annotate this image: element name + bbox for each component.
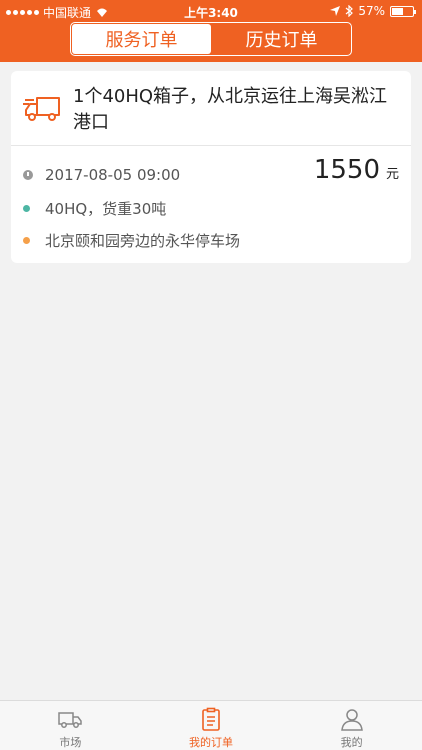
tab-profile[interactable]: 我的	[281, 701, 422, 750]
truck-icon	[23, 97, 60, 121]
truck-tab-icon	[58, 712, 83, 728]
price-unit: 元	[385, 167, 399, 182]
order-location-row: 北京颐和园旁边的永华停车场	[23, 230, 240, 251]
person-icon	[340, 709, 363, 731]
status-bar: 中国联通 上午3:40 57%	[0, 0, 422, 22]
tab-service-orders[interactable]: 服务订单	[72, 24, 211, 54]
bluetooth-icon	[345, 5, 354, 17]
location-arrow-icon	[330, 6, 341, 16]
tab-market[interactable]: 市场	[0, 701, 141, 750]
status-right: 57%	[330, 4, 416, 18]
order-cargo: 40HQ，货重30吨	[45, 200, 167, 218]
tab-profile-label: 我的	[340, 736, 363, 749]
tab-my-orders[interactable]: 我的订单	[141, 701, 282, 750]
price-value: 1550	[313, 155, 380, 185]
order-segment-control: 服务订单 历史订单	[70, 22, 352, 56]
cargo-dot-icon	[23, 205, 30, 212]
header-bar: 中国联通 上午3:40 57% 服务订单 历史订单	[0, 0, 422, 62]
card-divider	[11, 145, 411, 146]
clipboard-icon	[202, 707, 220, 731]
bottom-tab-bar: 市场 我的订单 我的	[0, 700, 422, 750]
battery-icon	[390, 5, 416, 17]
order-datetime: 2017-08-05 09:00	[45, 166, 181, 184]
clock-icon	[23, 170, 33, 180]
order-price: 1550 元	[314, 155, 399, 185]
tab-market-label: 市场	[59, 736, 82, 749]
location-dot-icon	[23, 237, 30, 244]
order-datetime-row: 2017-08-05 09:00	[23, 166, 180, 184]
tab-my-orders-label: 我的订单	[189, 736, 233, 749]
order-title: 1个40HQ箱子，从北京运往上海吴淞江港口	[73, 86, 388, 133]
order-location: 北京颐和园旁边的永华停车场	[45, 232, 241, 250]
order-card[interactable]: 1个40HQ箱子，从北京运往上海吴淞江港口 2017-08-05 09:00 1…	[11, 71, 411, 263]
order-cargo-row: 40HQ，货重30吨	[23, 198, 166, 219]
battery-percent: 57%	[358, 4, 385, 18]
tab-history-orders[interactable]: 历史订单	[212, 23, 351, 55]
